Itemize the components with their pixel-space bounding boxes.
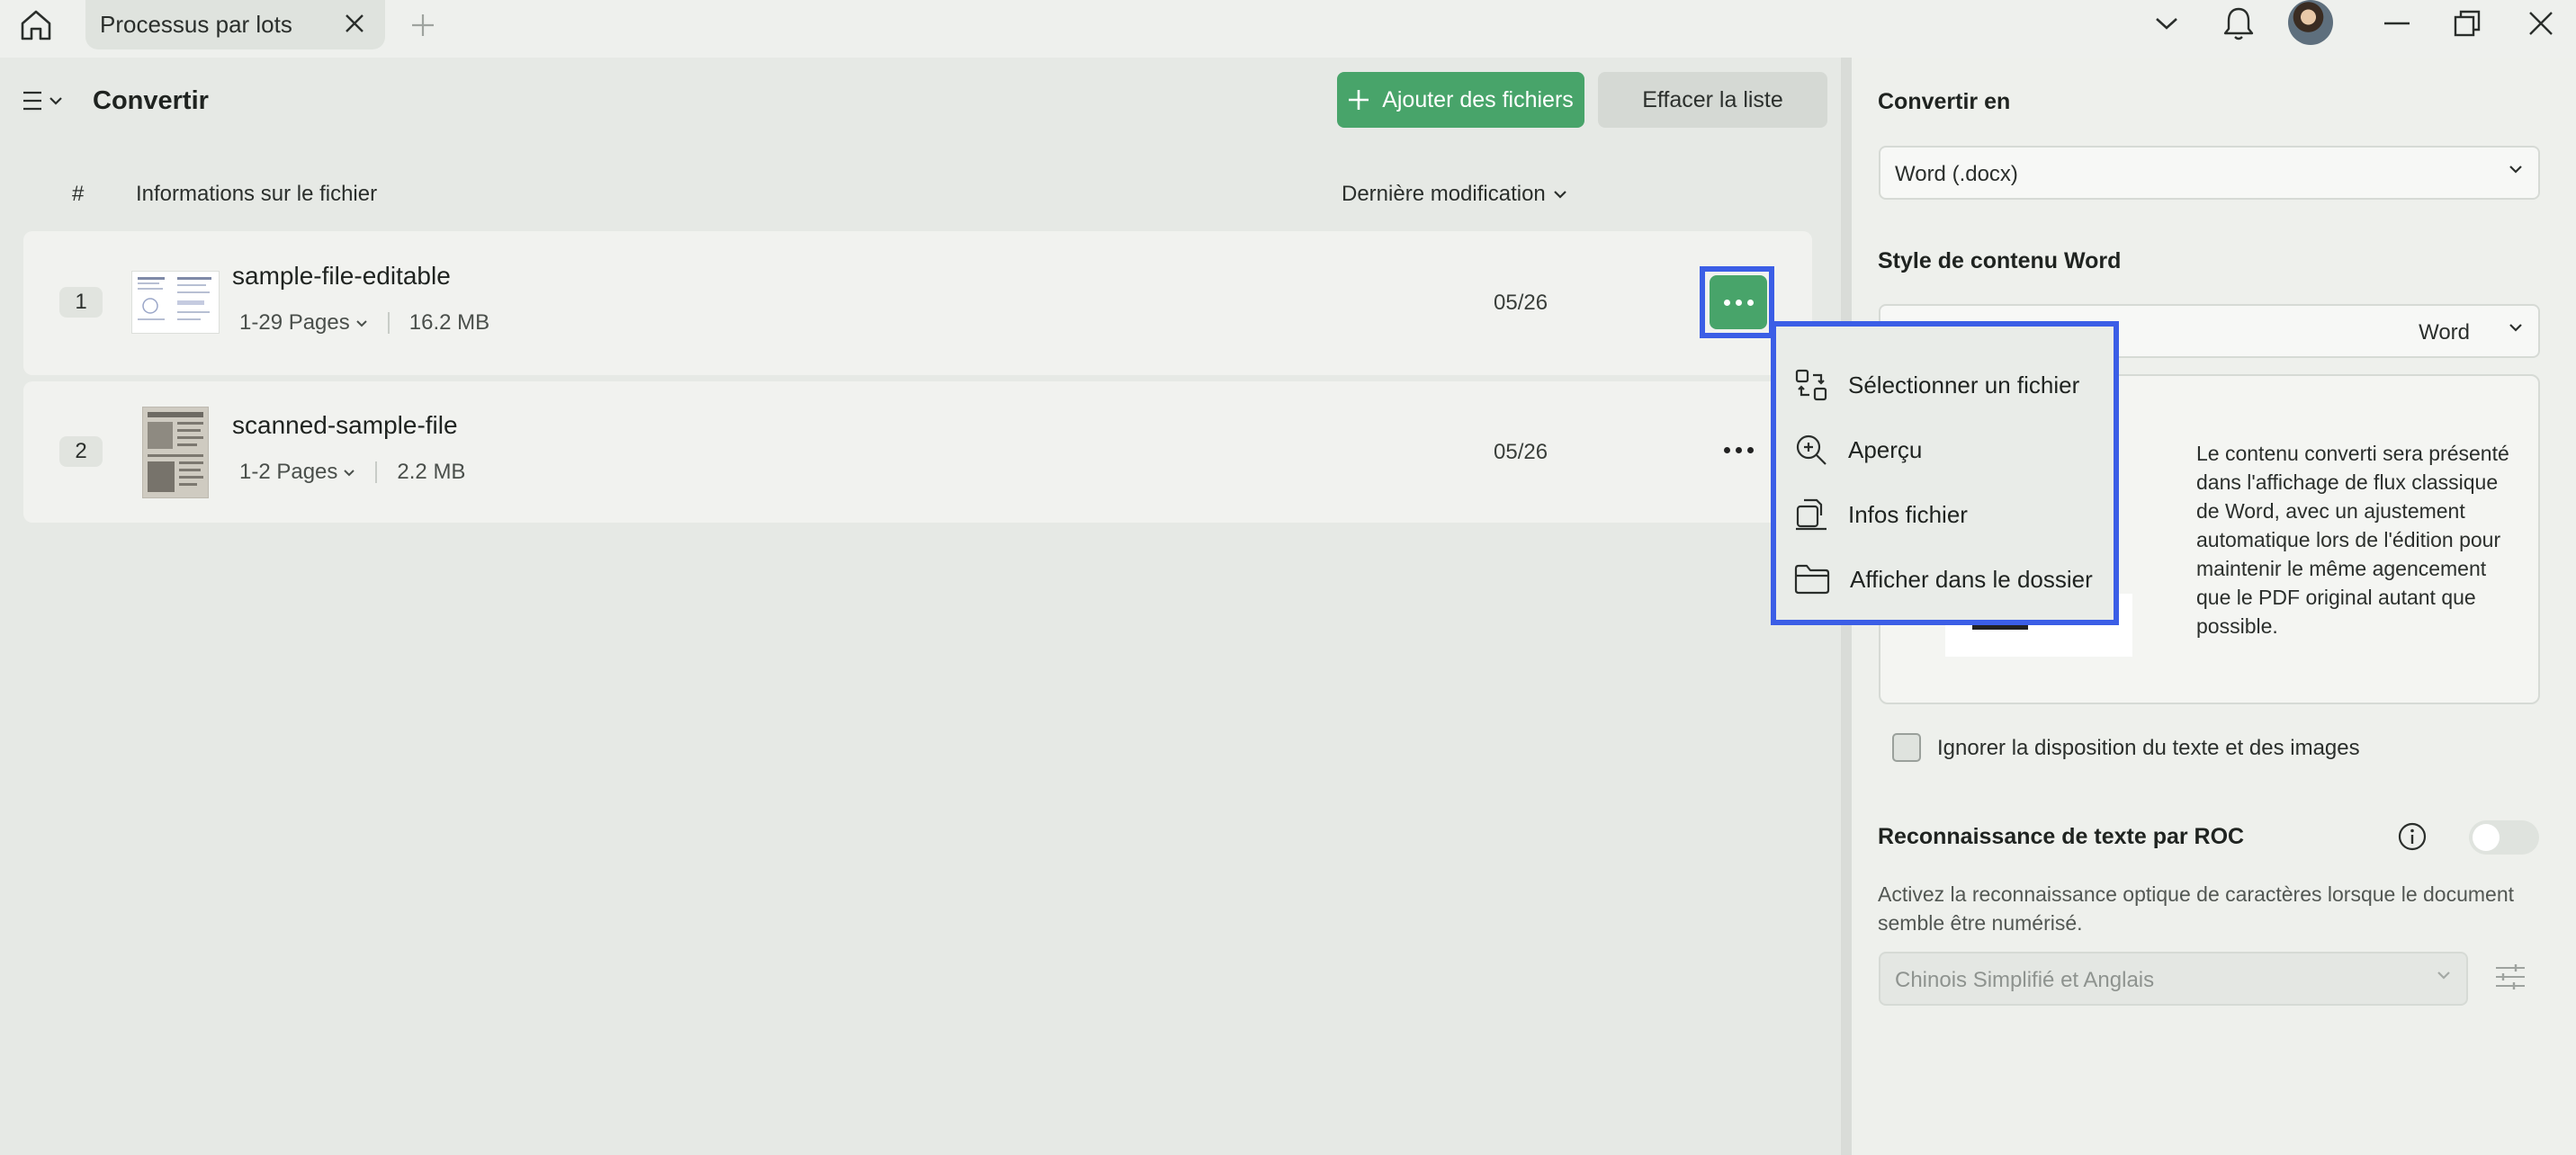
ocr-description: Activez la reconnaissance optique de car… bbox=[1878, 882, 2515, 935]
output-format-value: Word (.docx) bbox=[1895, 162, 2018, 186]
meta-divider bbox=[387, 312, 390, 334]
restore-button[interactable] bbox=[2444, 4, 2491, 43]
chevron-down-icon bbox=[49, 97, 62, 105]
more-dot bbox=[1723, 446, 1730, 453]
tab-batch-process[interactable]: Processus par lots bbox=[85, 0, 385, 49]
hamburger-icon bbox=[23, 91, 41, 111]
page-range-label: 1-2 Pages bbox=[239, 460, 338, 484]
chevron-down-icon bbox=[2156, 18, 2177, 30]
more-dot bbox=[1735, 446, 1742, 453]
file-thumbnail bbox=[142, 407, 209, 498]
more-dot bbox=[1735, 299, 1742, 306]
ocr-language-value: Chinois Simplifié et Anglais bbox=[1895, 968, 2155, 992]
info-button[interactable] bbox=[2397, 821, 2428, 852]
more-actions-button[interactable] bbox=[1710, 275, 1767, 329]
page-range-selector[interactable]: 1-2 Pages bbox=[239, 460, 355, 485]
folder-icon bbox=[1794, 564, 1830, 595]
file-modified-date: 05/26 bbox=[1494, 291, 1548, 315]
chevron-down-icon bbox=[2509, 324, 2522, 332]
new-tab-button[interactable] bbox=[403, 5, 443, 45]
file-meta: 1-2 Pages 2.2 MB bbox=[239, 460, 465, 485]
output-format-select[interactable]: Word (.docx) bbox=[1879, 146, 2540, 200]
home-button[interactable] bbox=[14, 4, 58, 47]
menu-item-label: Afficher dans le dossier bbox=[1850, 565, 2093, 593]
file-context-menu: Sélectionner un fichier Aperçu Infos fic… bbox=[1771, 321, 2119, 625]
file-size: 2.2 MB bbox=[397, 460, 466, 484]
minimize-icon bbox=[2384, 22, 2410, 25]
page-range-selector[interactable]: 1-29 Pages bbox=[239, 310, 368, 336]
word-style-value: Word bbox=[2419, 320, 2470, 345]
menu-item-label: Infos fichier bbox=[1848, 500, 1968, 528]
clear-list-button[interactable]: Effacer la liste bbox=[1598, 72, 1827, 128]
close-icon bbox=[346, 14, 364, 32]
ocr-toggle[interactable] bbox=[2469, 820, 2539, 855]
convert-to-label: Convertir en bbox=[1878, 89, 2011, 114]
menu-item-preview[interactable]: Aperçu bbox=[1794, 423, 2109, 477]
chevron-down-icon bbox=[356, 319, 367, 327]
column-header-number: # bbox=[72, 182, 85, 206]
ignore-layout-label[interactable]: Ignorer la disposition du texte et des i… bbox=[1937, 736, 2360, 761]
row-number: 1 bbox=[59, 287, 103, 318]
add-files-button[interactable]: Ajouter des fichiers bbox=[1337, 72, 1584, 128]
view-menu-button[interactable] bbox=[22, 85, 70, 117]
minimize-button[interactable] bbox=[2374, 4, 2420, 43]
word-style-label: Style de contenu Word bbox=[1878, 248, 2122, 273]
row-number: 2 bbox=[59, 436, 103, 467]
select-file-icon bbox=[1795, 369, 1827, 401]
notifications-button[interactable] bbox=[2215, 4, 2262, 43]
plus-icon bbox=[1349, 90, 1369, 110]
file-thumbnail bbox=[131, 271, 220, 334]
menu-item-label: Sélectionner un fichier bbox=[1848, 371, 2080, 398]
add-files-label: Ajouter des fichiers bbox=[1382, 86, 1574, 112]
chevron-down-icon bbox=[344, 469, 355, 476]
file-info-icon bbox=[1796, 498, 1827, 531]
table-row[interactable]: 2 scanned-sample-file 1-2 Pages 2.2 MB 0… bbox=[23, 381, 1812, 523]
menu-item-select-file[interactable]: Sélectionner un fichier bbox=[1794, 358, 2109, 412]
menu-item-label: Aperçu bbox=[1848, 435, 1923, 463]
style-description: Le contenu converti sera présenté dans l… bbox=[2196, 442, 2509, 638]
plus-icon bbox=[412, 14, 434, 36]
meta-divider bbox=[375, 461, 378, 483]
tab-close-button[interactable] bbox=[340, 9, 369, 38]
ocr-title: Reconnaissance de texte par ROC bbox=[1878, 824, 2245, 849]
more-dot bbox=[1746, 446, 1754, 453]
column-header-modified[interactable]: Dernière modification bbox=[1342, 182, 1567, 207]
table-row[interactable]: 1 sample-file-editable 1-29 Pages 16.2 M… bbox=[23, 231, 1812, 375]
file-modified-date: 05/26 bbox=[1494, 440, 1548, 464]
page-title: Convertir bbox=[93, 86, 209, 115]
chevron-down-icon bbox=[2437, 971, 2450, 980]
file-name: sample-file-editable bbox=[232, 262, 451, 290]
page-range-label: 1-29 Pages bbox=[239, 310, 350, 335]
user-avatar[interactable] bbox=[2288, 0, 2333, 45]
ocr-settings-button[interactable] bbox=[2492, 959, 2528, 995]
column-header-modified-label: Dernière modification bbox=[1342, 182, 1546, 206]
more-dot bbox=[1746, 299, 1754, 306]
info-icon bbox=[2398, 822, 2427, 851]
toggle-knob bbox=[2473, 824, 2500, 851]
sliders-icon bbox=[2496, 964, 2525, 989]
zoom-in-icon bbox=[1796, 434, 1827, 465]
restore-icon bbox=[2454, 10, 2481, 37]
file-meta: 1-29 Pages 16.2 MB bbox=[239, 310, 489, 336]
ignore-layout-checkbox[interactable] bbox=[1892, 733, 1921, 762]
window-close-button[interactable] bbox=[2518, 4, 2564, 43]
file-name: scanned-sample-file bbox=[232, 411, 458, 439]
close-icon bbox=[2529, 12, 2553, 35]
menu-item-show-in-folder[interactable]: Afficher dans le dossier bbox=[1794, 552, 2109, 606]
clear-list-label: Effacer la liste bbox=[1642, 86, 1783, 112]
more-dot bbox=[1723, 299, 1730, 306]
file-size: 16.2 MB bbox=[408, 310, 490, 335]
tab-label: Processus par lots bbox=[100, 11, 292, 38]
ocr-language-select[interactable]: Chinois Simplifié et Anglais bbox=[1879, 952, 2468, 1006]
chevron-down-icon bbox=[1554, 191, 1566, 199]
home-icon bbox=[21, 10, 51, 40]
chevron-down-icon bbox=[2509, 166, 2522, 174]
more-actions-button[interactable] bbox=[1719, 432, 1758, 468]
column-header-file-info: Informations sur le fichier bbox=[136, 182, 378, 206]
expand-menu-button[interactable] bbox=[2143, 4, 2190, 43]
bell-icon bbox=[2223, 7, 2254, 40]
menu-item-file-info[interactable]: Infos fichier bbox=[1794, 488, 2109, 542]
